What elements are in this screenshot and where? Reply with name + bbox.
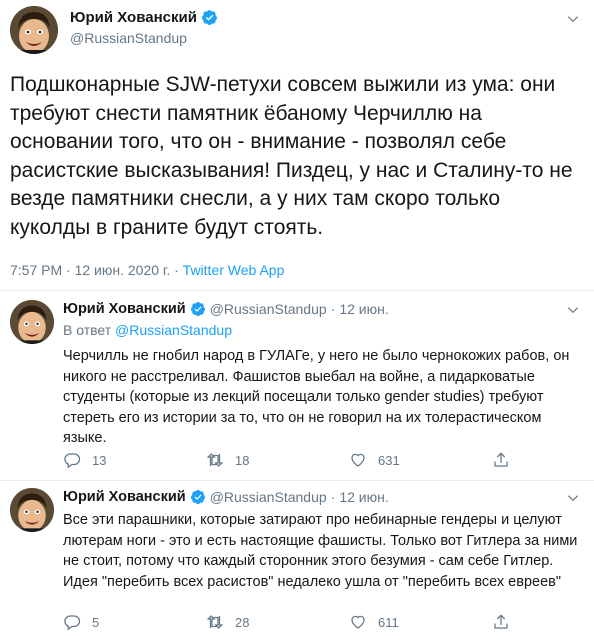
reply-context: В ответ @RussianStandup [63,322,232,338]
retweet-button[interactable]: 28 [206,613,349,631]
share-button[interactable] [492,613,522,631]
meta-separator: · [330,301,336,317]
chevron-down-icon[interactable] [566,491,580,505]
chevron-down-icon[interactable] [566,12,580,26]
verified-badge-icon [190,301,206,317]
author-handle[interactable]: @RussianStandup [210,301,327,317]
reply-button[interactable]: 5 [63,613,206,631]
avatar[interactable] [10,300,54,344]
tweet-text: Черчилль не гнобил народ в ГУЛАГе, у нег… [63,348,570,446]
avatar-photo [10,488,54,532]
reply-tweet[interactable]: Юрий Хованский @RussianStandup · 12 июн.… [0,300,594,472]
tweet-metadata: 7:57 PM · 12 июн. 2020 г. · Twitter Web … [10,262,284,278]
reply-mention-link[interactable]: @RussianStandup [115,322,232,338]
retweet-count: 18 [235,452,250,468]
heart-icon [349,613,367,631]
avatar-photo [10,300,54,344]
share-button[interactable] [492,451,522,469]
tweet-text: Все эти парашники, которые затирают про … [63,512,578,590]
like-count: 631 [378,452,400,468]
divider [0,290,594,291]
reply-prefix: В ответ [63,322,112,338]
meta-separator: · [330,489,336,505]
reply-icon [63,613,81,631]
share-icon [492,613,510,631]
reply-header: Юрий Хованский @RussianStandup · 12 июн. [63,489,389,505]
author-display-name[interactable]: Юрий Хованский [63,301,186,317]
verified-badge-icon [201,9,218,26]
tweet-date[interactable]: 12 июн. 2020 г. [75,262,171,278]
author-handle[interactable]: @RussianStandup [70,30,187,46]
tweet-date[interactable]: 12 июн. [339,301,388,317]
like-count: 611 [378,614,399,630]
reply-header: Юрий Хованский @RussianStandup · 12 июн. [63,301,389,317]
tweet-date[interactable]: 12 июн. [339,489,388,505]
meta-separator: · [66,262,71,278]
author-handle[interactable]: @RussianStandup [210,489,327,505]
divider [0,480,594,481]
retweet-icon [206,451,224,469]
reply-icon [63,451,81,469]
reply-count: 5 [92,614,100,630]
tweet-text: Подшконарные SJW-петухи совсем выжили из… [10,73,573,239]
retweet-count: 28 [235,614,250,630]
retweet-button[interactable]: 18 [206,451,349,469]
reply-tweet[interactable]: Юрий Хованский @RussianStandup · 12 июн.… [0,488,594,638]
tweet-actions: 13 18 631 [63,451,522,469]
author-name-row[interactable]: Юрий Хованский [70,9,218,26]
reply-button[interactable]: 13 [63,451,206,469]
avatar[interactable] [10,488,54,532]
meta-separator: · [174,262,179,278]
main-tweet: Юрий Хованский @RussianStandup Подшконар… [0,0,594,290]
avatar[interactable] [10,6,58,54]
heart-icon [349,451,367,469]
like-button[interactable]: 631 [349,451,492,469]
like-button[interactable]: 611 [349,613,492,631]
retweet-icon [206,613,224,631]
author-display-name[interactable]: Юрий Хованский [63,489,186,505]
chevron-down-icon[interactable] [566,303,580,317]
avatar-photo [10,6,58,54]
tweet-time[interactable]: 7:57 PM [10,262,62,278]
tweet-actions: 5 28 611 [63,613,522,631]
tweet-source-link[interactable]: Twitter Web App [183,262,285,278]
author-display-name[interactable]: Юрий Хованский [70,9,197,26]
share-icon [492,451,510,469]
verified-badge-icon [190,489,206,505]
reply-count: 13 [92,452,107,468]
